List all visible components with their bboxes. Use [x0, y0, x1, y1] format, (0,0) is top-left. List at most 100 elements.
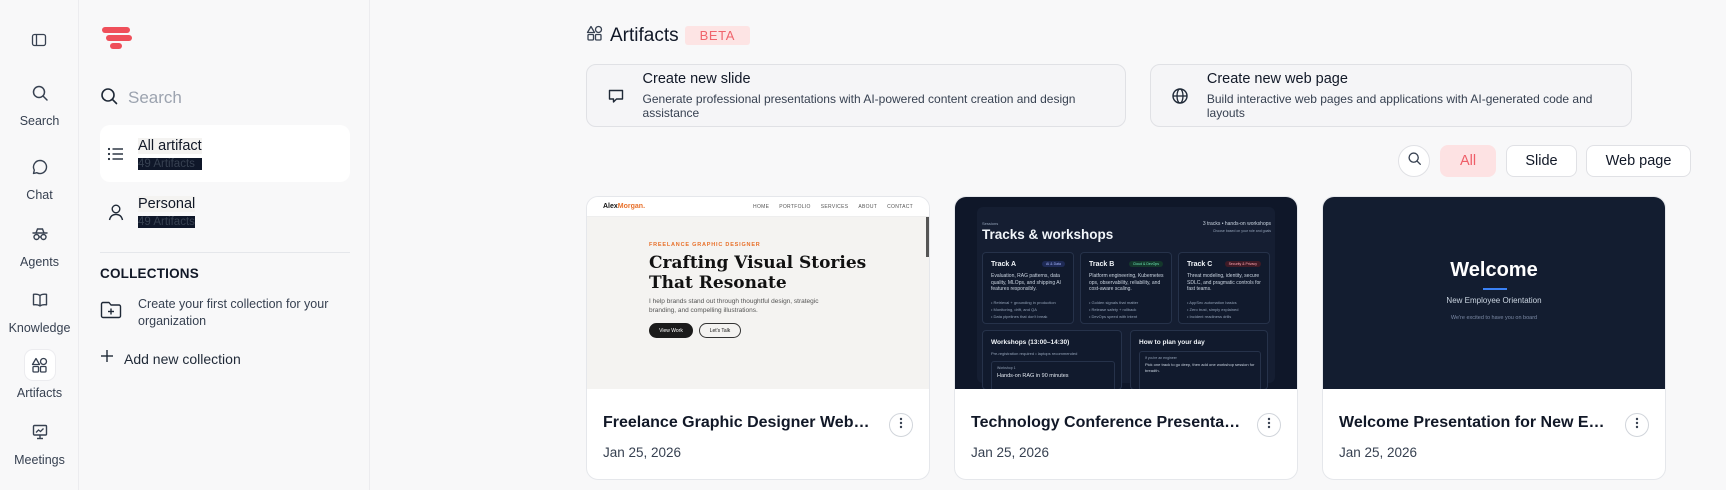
artifact-thumbnail: Sessions Tracks & workshops 3 tracks • h…: [955, 197, 1297, 389]
artifact-thumbnail: Welcome New Employee Orientation We're e…: [1323, 197, 1665, 389]
rail-label: Search: [19, 114, 60, 128]
thumb-plan: How to plan your day If you're an engine…: [1130, 330, 1268, 389]
thumb-nav: AlexMorgan. HOME PORTFOLIO SERVICES ABOU…: [587, 197, 929, 217]
sidebar-toggle-icon[interactable]: [28, 29, 50, 51]
rail-item-chat[interactable]: Chat: [0, 152, 79, 202]
artifact-card-title: Technology Conference Presentation: [971, 414, 1241, 431]
search-placeholder: Search: [128, 88, 182, 107]
brand-logo[interactable]: [100, 25, 134, 56]
create-card-desc: Generate professional presentations with…: [642, 92, 1076, 120]
collections-heading: COLLECTIONS: [100, 266, 199, 281]
filter-chip-all[interactable]: All: [1440, 145, 1496, 177]
create-card-desc: Build interactive web pages and applicat…: [1206, 92, 1593, 120]
artifact-card[interactable]: Welcome New Employee Orientation We're e…: [1322, 196, 1666, 480]
search-field[interactable]: Search: [100, 84, 350, 112]
book-icon: [25, 285, 55, 315]
create-web-page-button[interactable]: Create new web page Build interactive we…: [1150, 64, 1632, 127]
thumb-paragraph: I help brands stand out through thoughtf…: [649, 298, 819, 314]
create-card-title: Create new web page: [1206, 71, 1348, 87]
filter-search-button[interactable]: [1398, 145, 1430, 177]
artifact-card-date: Jan 25, 2026: [971, 445, 1050, 460]
nav-item-count: 49 Artifacts: [138, 157, 202, 170]
plus-icon: [100, 349, 114, 368]
side-panel: Search All artifact 49 Artifacts Persona…: [79, 0, 370, 490]
thumb-subtitle-secondary: We're excited to have you on board: [1450, 315, 1538, 321]
thumb-aside: 3 tracks • hands-on workshops: [1202, 221, 1271, 227]
more-options-button[interactable]: [1625, 413, 1649, 437]
rail-label: Artifacts: [16, 386, 63, 400]
filter-bar: All Slide Web page: [371, 145, 1726, 177]
nav-item-personal[interactable]: Personal 49 Artifacts: [100, 183, 350, 240]
more-vertical-icon: [1267, 416, 1271, 434]
nav-item-title: All artifact: [138, 137, 202, 154]
artifact-card-title: Welcome Presentation for New Employee Or…: [1339, 414, 1609, 431]
filter-chip-slide[interactable]: Slide: [1506, 145, 1577, 177]
slide-icon: [605, 85, 627, 107]
thumb-headline: Crafting Visual Stories That Resonate: [649, 253, 867, 293]
artifacts-icon: [586, 24, 604, 47]
globe-icon: [1169, 85, 1191, 107]
thumb-button-primary: View Work: [649, 323, 693, 338]
divider: [100, 252, 350, 253]
thumb-workshops: Workshops (13:00–14:30) Pre-registration…: [982, 330, 1122, 389]
collections-empty-state: Create your first collection for your or…: [100, 296, 350, 330]
rail-item-agents[interactable]: Agents: [0, 219, 79, 269]
nav-item-all-artifact[interactable]: All artifact 49 Artifacts: [100, 125, 350, 182]
add-collection-label: Add new collection: [124, 350, 241, 367]
rail-item-search[interactable]: Search: [0, 78, 79, 128]
thumb-headline: Welcome: [1450, 259, 1538, 281]
thumb-kicker: FREELANCE GRAPHIC DESIGNER: [649, 242, 761, 248]
rail-item-artifacts[interactable]: Artifacts: [0, 350, 79, 400]
beta-badge: BETA: [684, 26, 751, 45]
thumb-kicker: Sessions: [982, 221, 999, 226]
user-icon: [105, 201, 127, 223]
collections-empty-text: Create your first collection for your or…: [138, 297, 329, 328]
rail-item-knowledge[interactable]: Knowledge: [0, 285, 79, 335]
thumb-button-secondary: Let's Talk: [699, 323, 741, 338]
artifact-card-title: Freelance Graphic Designer Website: [603, 414, 873, 431]
artifact-thumbnail: AlexMorgan. HOME PORTFOLIO SERVICES ABOU…: [587, 197, 929, 389]
agents-icon: [25, 219, 55, 249]
artifact-card[interactable]: Sessions Tracks & workshops 3 tracks • h…: [954, 196, 1298, 480]
add-collection-button[interactable]: Add new collection: [100, 349, 241, 368]
more-options-button[interactable]: [1257, 413, 1281, 437]
list-icon: [105, 143, 127, 165]
rail-label: Meetings: [14, 453, 65, 467]
nav-item-title: Personal: [138, 195, 196, 212]
search-icon: [25, 78, 55, 108]
chat-icon: [25, 152, 55, 182]
artifact-card[interactable]: AlexMorgan. HOME PORTFOLIO SERVICES ABOU…: [586, 196, 930, 480]
rail-label: Agents: [20, 255, 59, 269]
folder-plus-icon: [100, 300, 122, 324]
main-content: Artifacts BETA Create new slide Generate…: [371, 0, 1726, 490]
rail-label: Knowledge: [8, 321, 71, 335]
more-vertical-icon: [899, 416, 903, 434]
nav-item-count: 49 Artifacts: [138, 215, 196, 228]
artifacts-icon: [24, 350, 55, 380]
thumb-headline: Tracks & workshops: [982, 227, 1114, 242]
search-icon: [100, 87, 118, 110]
page-title: Artifacts: [610, 24, 679, 46]
search-icon: [1407, 151, 1422, 171]
thumb-accent-line: [1483, 288, 1507, 290]
thumb-track: Track B Cloud & DevOps Platform engineer…: [1080, 252, 1172, 324]
more-options-button[interactable]: [889, 413, 913, 437]
thumb-aside-sub: Choose based on your role and goals: [1212, 229, 1271, 233]
thumb-brand: AlexMorgan.: [603, 203, 646, 210]
create-card-title: Create new slide: [642, 71, 751, 87]
create-slide-button[interactable]: Create new slide Generate professional p…: [586, 64, 1126, 127]
icon-rail: Search Chat Agents Knowledge Artifacts M…: [0, 0, 79, 490]
thumb-scrollbar: [926, 217, 929, 257]
thumb-track: Track A AI & Data Evaluation, RAG patter…: [982, 252, 1074, 324]
thumb-subtitle: New Employee Orientation: [1446, 296, 1542, 305]
thumb-links: HOME PORTFOLIO SERVICES ABOUT CONTACT: [753, 203, 913, 210]
rail-label: Chat: [26, 188, 53, 202]
thumb-track: Track C Security & Privacy Threat modeli…: [1178, 252, 1270, 324]
artifact-card-date: Jan 25, 2026: [1339, 445, 1418, 460]
rail-item-meetings[interactable]: Meetings: [0, 417, 79, 467]
page-header: Artifacts BETA: [586, 24, 751, 47]
filter-chip-web-page[interactable]: Web page: [1586, 145, 1691, 177]
more-vertical-icon: [1635, 416, 1639, 434]
artifact-card-date: Jan 25, 2026: [603, 445, 682, 460]
presentation-icon: [25, 417, 55, 447]
